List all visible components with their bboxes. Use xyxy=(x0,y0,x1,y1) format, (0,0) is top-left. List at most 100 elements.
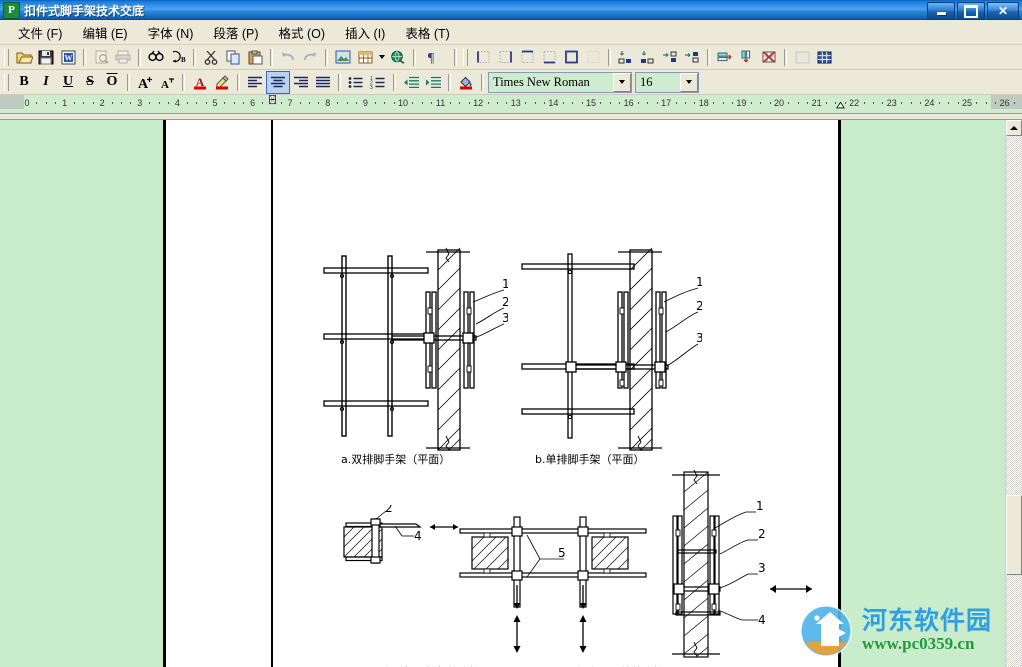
ruler-tick-mark xyxy=(732,102,733,104)
ruler-tick-label: 4 xyxy=(174,98,180,108)
font-size-dropdown-icon[interactable] xyxy=(680,72,698,92)
border-top-icon[interactable] xyxy=(516,47,538,68)
ruler-tick-mark xyxy=(609,102,611,104)
ruler-tick-mark xyxy=(356,102,357,104)
highlight-color-icon[interactable] xyxy=(211,72,233,93)
save-icon[interactable] xyxy=(35,47,57,68)
callout-3: 3 xyxy=(502,311,508,325)
underline-icon[interactable]: U xyxy=(57,72,79,93)
align-right-icon[interactable] xyxy=(290,72,312,93)
toolbar-grip-2[interactable] xyxy=(463,48,468,66)
ruler-tick-mark xyxy=(224,102,226,104)
menu-paragraph[interactable]: 段落 (P) xyxy=(203,20,268,45)
toolbar-grip-3[interactable] xyxy=(4,73,9,91)
ruler-tick-label: 0 xyxy=(24,98,30,108)
ruler-tick-mark xyxy=(544,102,545,104)
callout-1: 1 xyxy=(756,499,764,513)
overline-icon[interactable]: O xyxy=(101,72,123,93)
redo-icon[interactable] xyxy=(299,47,321,68)
insert-image-icon[interactable] xyxy=(332,47,354,68)
first-line-indent-marker[interactable] xyxy=(268,95,277,106)
ruler-tick-mark xyxy=(412,102,414,104)
callout-2: 2 xyxy=(385,505,393,515)
italic-icon[interactable]: I xyxy=(35,72,57,93)
insert-column-right-icon[interactable] xyxy=(681,47,703,68)
shrink-font-icon[interactable]: A xyxy=(156,72,178,93)
delete-row-icon[interactable] xyxy=(714,47,736,68)
paste-icon[interactable] xyxy=(244,47,266,68)
insert-row-above-icon[interactable] xyxy=(615,47,637,68)
print-icon[interactable] xyxy=(112,47,134,68)
decrease-indent-icon[interactable] xyxy=(400,72,422,93)
word-export-icon[interactable]: W xyxy=(57,47,79,68)
minimize-button[interactable] xyxy=(927,2,955,20)
ruler-tick-mark xyxy=(675,102,677,104)
increase-indent-icon[interactable] xyxy=(422,72,444,93)
ruler-ticks: 0 1 2 3 4 5 6 7 8 9 10 11 12 13 14 15 16 17 18 19 20 21 22 23 24… xyxy=(0,95,1022,113)
ruler-tick-mark xyxy=(346,102,348,104)
fill-color-icon[interactable] xyxy=(455,72,477,93)
find-icon[interactable] xyxy=(145,47,167,68)
copy-icon[interactable] xyxy=(222,47,244,68)
ruler-tick-label: 9 xyxy=(362,98,368,108)
ruler-tick-mark xyxy=(337,102,339,104)
maximize-button[interactable] xyxy=(957,2,985,20)
toolbars: W B ¶ B I U S O A A A 1 2 3 Times New Ro… xyxy=(0,45,1022,95)
ruler-tick-mark xyxy=(130,102,132,104)
menu-insert[interactable]: 插入 (I) xyxy=(335,20,395,45)
right-indent-marker[interactable] xyxy=(836,100,845,111)
replace-icon[interactable]: B xyxy=(167,47,189,68)
ruler-tick-mark xyxy=(722,102,724,104)
align-justify-icon[interactable] xyxy=(312,72,334,93)
menu-table[interactable]: 表格 (T) xyxy=(395,20,459,45)
numbered-list-icon[interactable]: 123 xyxy=(367,72,389,93)
strikethrough-icon[interactable]: S xyxy=(79,72,101,93)
delete-table-icon[interactable] xyxy=(758,47,780,68)
document-page[interactable]: 1 2 3 a.双排脚手架（平面） 1 2 3 b.单排脚手架（平面） 2 4 … xyxy=(0,120,1006,667)
border-all-icon[interactable] xyxy=(560,47,582,68)
toolbar-grip[interactable] xyxy=(4,48,9,66)
insert-column-left-icon[interactable] xyxy=(659,47,681,68)
font-family-combo[interactable]: Times New Roman xyxy=(488,71,632,93)
border-left-icon[interactable] xyxy=(472,47,494,68)
insert-table-icon[interactable] xyxy=(354,47,376,68)
bullet-list-icon[interactable] xyxy=(345,72,367,93)
ruler-tick-label: 6 xyxy=(250,98,256,108)
open-icon[interactable] xyxy=(13,47,35,68)
document-area[interactable]: 1 2 3 a.双排脚手架（平面） 1 2 3 b.单排脚手架（平面） 2 4 … xyxy=(0,120,1022,667)
merge-cells-icon[interactable] xyxy=(791,47,813,68)
menu-file[interactable]: 文件 (F) xyxy=(8,20,72,45)
align-center-icon[interactable] xyxy=(266,70,290,94)
grow-font-icon[interactable]: A xyxy=(134,72,156,93)
undo-icon[interactable] xyxy=(277,47,299,68)
delete-column-icon[interactable] xyxy=(736,47,758,68)
insert-row-below-icon[interactable] xyxy=(637,47,659,68)
hyperlink-icon[interactable] xyxy=(387,47,409,68)
border-right-icon[interactable] xyxy=(494,47,516,68)
ruler-tick-mark xyxy=(882,102,884,104)
font-family-dropdown-icon[interactable] xyxy=(613,72,631,92)
split-cells-icon[interactable] xyxy=(813,47,835,68)
align-left-icon[interactable] xyxy=(244,72,266,93)
cut-icon[interactable] xyxy=(200,47,222,68)
horizontal-ruler[interactable]: 0 1 2 3 4 5 6 7 8 9 10 11 12 13 14 15 16 17 18 19 20 21 22 23 24… xyxy=(0,95,1022,114)
border-none-icon[interactable] xyxy=(582,47,604,68)
bold-icon[interactable]: B xyxy=(13,72,35,93)
print-preview-icon[interactable] xyxy=(90,47,112,68)
border-bottom-icon[interactable] xyxy=(538,47,560,68)
ruler-tick-label: 13 xyxy=(510,98,521,108)
ruler-tick-label: 16 xyxy=(623,98,634,108)
insert-table-dropdown-icon[interactable] xyxy=(376,47,387,68)
scroll-up-button[interactable] xyxy=(1006,120,1022,136)
ruler-tick-mark xyxy=(788,102,790,104)
menu-format[interactable]: 格式 (O) xyxy=(269,20,336,45)
font-size-combo[interactable]: 16 xyxy=(635,71,699,93)
font-color-icon[interactable]: A xyxy=(189,72,211,93)
show-marks-icon[interactable]: ¶ xyxy=(420,47,442,68)
scroll-thumb[interactable] xyxy=(1006,495,1022,575)
vertical-scrollbar[interactable] xyxy=(1005,120,1022,667)
menu-font[interactable]: 字体 (N) xyxy=(138,20,204,45)
menu-edit[interactable]: 编辑 (E) xyxy=(72,20,137,45)
close-button[interactable]: ✕ xyxy=(987,2,1019,20)
ruler-tick-mark xyxy=(863,102,865,104)
